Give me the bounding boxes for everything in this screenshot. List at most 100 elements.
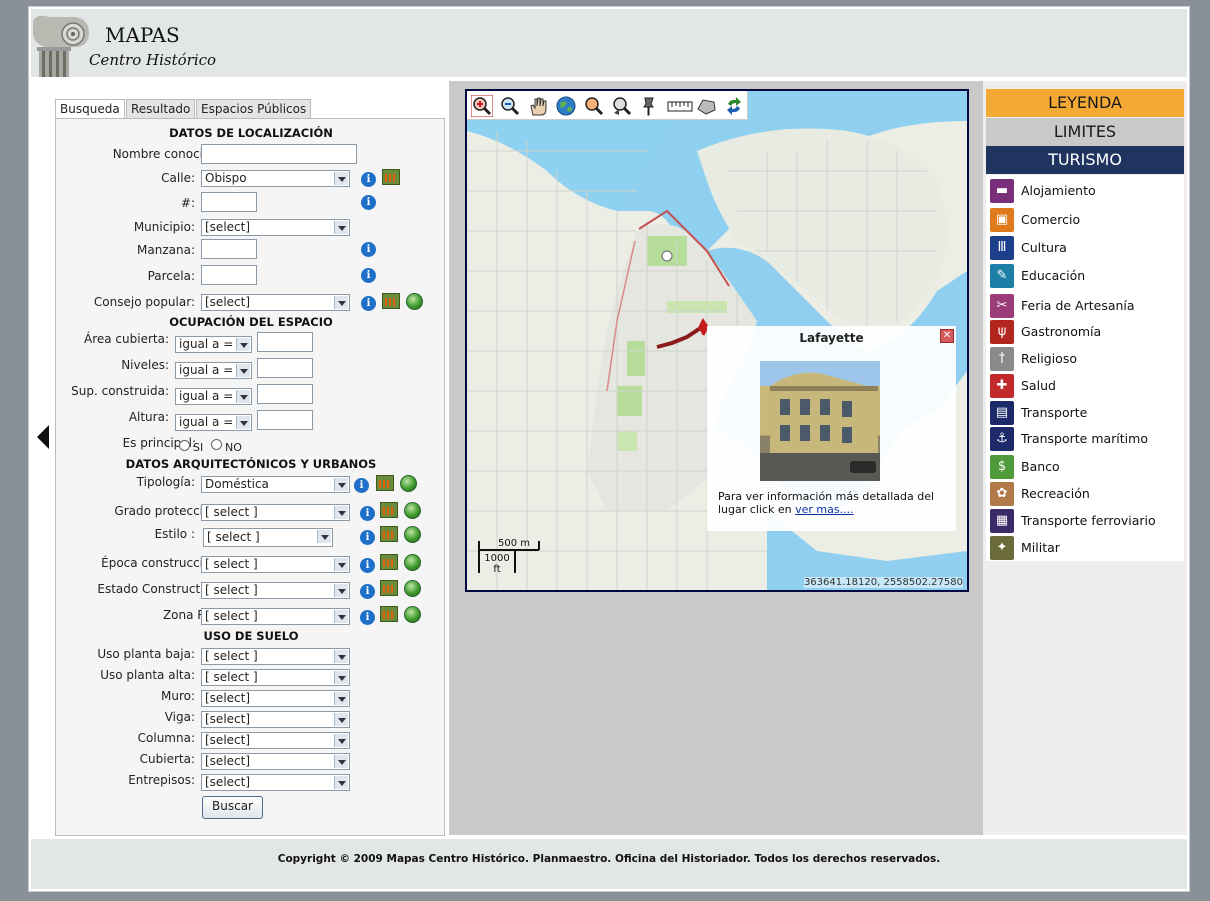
legend-label: Recreación	[1021, 486, 1090, 501]
zoom-previous-icon[interactable]	[583, 95, 605, 117]
collapse-arrow-icon[interactable]	[37, 425, 49, 449]
chart-icon[interactable]	[380, 554, 398, 570]
area-cubierta-op-select[interactable]: igual a =	[175, 336, 252, 353]
chevron-down-icon	[236, 338, 250, 351]
globe-icon[interactable]	[404, 580, 421, 597]
chart-icon[interactable]	[382, 293, 400, 309]
globe-icon[interactable]	[404, 606, 421, 623]
tipologia-select[interactable]: Doméstica	[201, 476, 350, 493]
close-icon[interactable]: ✕	[940, 329, 954, 343]
manzana-input[interactable]	[201, 239, 257, 259]
chart-icon[interactable]	[376, 475, 394, 491]
full-extent-globe-icon[interactable]	[555, 95, 577, 117]
legend-label: Alojamiento	[1021, 183, 1096, 198]
globe-icon[interactable]	[400, 475, 417, 492]
limites-button[interactable]: LIMITES	[986, 118, 1184, 146]
chevron-down-icon	[334, 713, 348, 726]
area-cubierta-input[interactable]	[257, 332, 313, 352]
entrepisos-select[interactable]: [select]	[201, 774, 350, 791]
chart-icon[interactable]	[380, 580, 398, 596]
tab-busqueda[interactable]: Busqueda	[55, 99, 125, 119]
map-container: Lafayette ✕ Para ver información más det…	[449, 81, 983, 835]
grado-proteccion-value: [ select ]	[205, 505, 258, 519]
fork-knife-icon: ψ	[990, 320, 1014, 344]
info-icon[interactable]: i	[361, 242, 376, 257]
calle-select[interactable]: Obispo	[201, 170, 350, 187]
info-icon[interactable]: i	[354, 478, 369, 493]
sup-construida-input[interactable]	[257, 384, 313, 404]
info-icon[interactable]: i	[361, 296, 376, 311]
parcela-input[interactable]	[201, 265, 257, 285]
tab-resultado[interactable]: Resultado	[126, 99, 196, 119]
map-view[interactable]: Lafayette ✕ Para ver información más det…	[465, 89, 969, 592]
estado-constructivo-select[interactable]: [ select ]	[201, 582, 350, 599]
identify-pin-icon[interactable]	[639, 95, 661, 117]
leyenda-button[interactable]: LEYENDA	[986, 89, 1184, 117]
es-principal-no-radio[interactable]	[211, 439, 222, 450]
ver-mas-link[interactable]: ver mas....	[795, 503, 853, 516]
turismo-button[interactable]: TURISMO	[986, 146, 1184, 174]
uso-planta-alta-select[interactable]: [ select ]	[201, 669, 350, 686]
info-icon[interactable]: i	[360, 558, 375, 573]
zoom-next-icon[interactable]	[611, 95, 633, 117]
municipio-select[interactable]: [select]	[201, 219, 350, 236]
measure-ruler-icon[interactable]	[667, 95, 693, 117]
shop-icon: ▣	[990, 208, 1014, 232]
chart-icon[interactable]	[380, 526, 398, 542]
uso-alta-value: [ select ]	[205, 670, 258, 684]
numero-input[interactable]	[201, 192, 257, 212]
niveles-input[interactable]	[257, 358, 313, 378]
zoom-in-icon[interactable]	[470, 94, 494, 118]
tab-espacios-publicos[interactable]: Espacios Públicos	[196, 99, 312, 119]
consejo-popular-value: [select]	[205, 295, 251, 309]
cubierta-select[interactable]: [select]	[201, 753, 350, 770]
sup-construida-op-select[interactable]: igual a =	[175, 388, 252, 405]
globe-icon[interactable]	[404, 526, 421, 543]
estilo-select[interactable]: [ select ]	[203, 528, 333, 547]
epoca-construccion-select[interactable]: [ select ]	[201, 556, 350, 573]
chart-icon[interactable]	[380, 502, 398, 518]
zona-riu-select[interactable]: [ select ]	[201, 608, 350, 625]
chevron-down-icon	[334, 172, 348, 185]
info-icon[interactable]: i	[361, 195, 376, 210]
label-uso-planta-alta: Uso planta alta:	[100, 668, 195, 682]
op-value: igual a =	[179, 415, 234, 429]
altura-input[interactable]	[257, 410, 313, 430]
chart-icon[interactable]	[380, 606, 398, 622]
columna-select[interactable]: [select]	[201, 732, 350, 749]
grado-proteccion-select[interactable]: [ select ]	[201, 504, 350, 521]
op-value: igual a =	[179, 363, 234, 377]
chevron-down-icon	[334, 734, 348, 747]
zoom-out-icon[interactable]	[499, 95, 521, 117]
muro-select[interactable]: [select]	[201, 690, 350, 707]
info-icon[interactable]: i	[361, 268, 376, 283]
label-numero: #:	[180, 196, 195, 210]
uso-planta-baja-select[interactable]: [ select ]	[201, 648, 350, 665]
globe-icon[interactable]	[404, 502, 421, 519]
museum-icon: Ⅲ	[990, 236, 1014, 260]
niveles-op-select[interactable]: igual a =	[175, 362, 252, 379]
refresh-icon[interactable]	[723, 95, 745, 117]
info-icon[interactable]: i	[360, 610, 375, 625]
globe-icon[interactable]	[404, 554, 421, 571]
info-icon[interactable]: i	[360, 530, 375, 545]
consejo-popular-select[interactable]: [select]	[201, 294, 350, 311]
epoca-value: [ select ]	[205, 557, 258, 571]
viga-select[interactable]: [select]	[201, 711, 350, 728]
altura-op-select[interactable]: igual a =	[175, 414, 252, 431]
info-icon[interactable]: i	[360, 506, 375, 521]
info-icon[interactable]: i	[360, 584, 375, 599]
buscar-button[interactable]: Buscar	[202, 796, 263, 819]
pan-hand-icon[interactable]	[527, 95, 549, 117]
info-icon[interactable]: i	[361, 172, 376, 187]
nombre-conocido-input[interactable]	[201, 144, 357, 164]
chart-icon[interactable]	[382, 169, 400, 185]
measure-area-icon[interactable]	[695, 95, 717, 117]
es-principal-si-radio[interactable]	[179, 440, 190, 451]
train-icon: ▦	[990, 509, 1014, 533]
map-toolbar	[467, 91, 748, 120]
globe-icon[interactable]	[406, 293, 423, 310]
header: MAPAS Centro Histórico	[31, 9, 1187, 77]
estado-value: [ select ]	[205, 583, 258, 597]
label-municipio: Municipio:	[133, 220, 195, 234]
